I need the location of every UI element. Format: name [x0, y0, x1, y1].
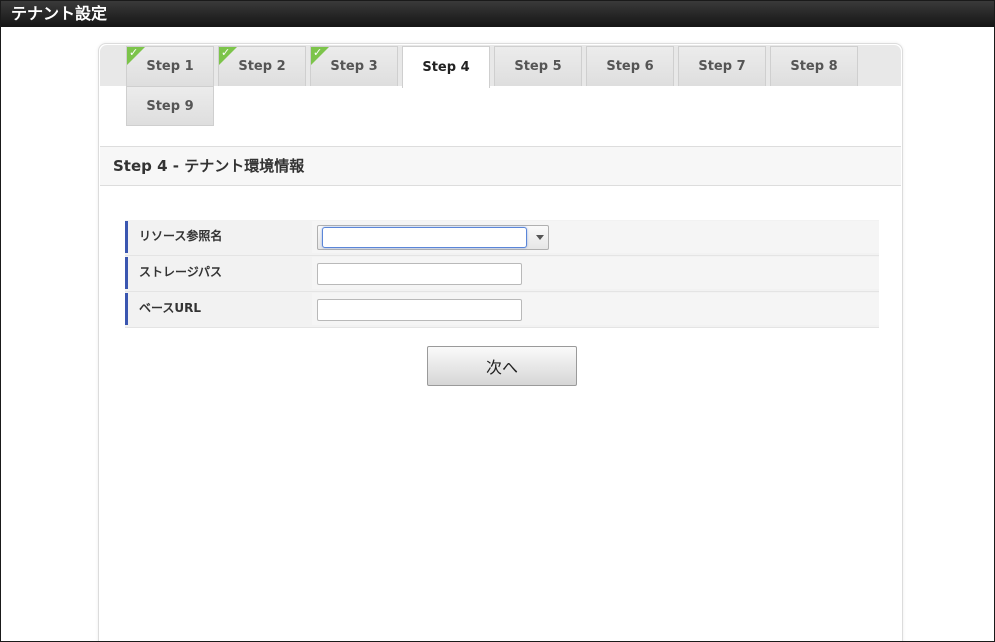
settings-window: テナント設定 ✓ Step 1 ✓ Step 2 ✓ Step 3 Step 4…: [0, 0, 995, 642]
resource-ref-select[interactable]: [317, 225, 549, 250]
tab-step-9[interactable]: Step 9: [126, 86, 214, 126]
base-url-label: ベースURL: [125, 293, 309, 325]
checkmark-icon: ✓: [129, 46, 139, 59]
tab-label: Step 1: [146, 59, 194, 74]
wizard-panel: ✓ Step 1 ✓ Step 2 ✓ Step 3 Step 4 Step 5…: [98, 43, 903, 641]
tab-step-1[interactable]: ✓ Step 1: [126, 46, 214, 86]
checkmark-icon: ✓: [221, 46, 231, 59]
storage-path-cell: [312, 257, 879, 289]
base-url-input[interactable]: [317, 299, 522, 321]
resource-ref-label: リソース参照名: [125, 221, 309, 253]
tab-label: Step 5: [514, 59, 562, 74]
tab-label: Step 4: [422, 60, 470, 75]
chevron-down-icon[interactable]: [536, 235, 544, 240]
resource-ref-value[interactable]: [322, 227, 527, 248]
tab-step-4[interactable]: Step 4: [402, 46, 490, 88]
tab-step-3[interactable]: ✓ Step 3: [310, 46, 398, 86]
tab-label: Step 8: [790, 59, 838, 74]
form-row-storage-path: ストレージパス: [125, 256, 879, 292]
tab-label: Step 3: [330, 59, 378, 74]
checkmark-icon: ✓: [313, 46, 323, 59]
storage-path-label: ストレージパス: [125, 257, 309, 289]
next-button[interactable]: 次へ: [427, 346, 577, 386]
resource-ref-cell: [312, 221, 879, 253]
tab-label: Step 7: [698, 59, 746, 74]
tab-step-7[interactable]: Step 7: [678, 46, 766, 86]
tab-step-5[interactable]: Step 5: [494, 46, 582, 86]
section-title: Step 4 - テナント環境情報: [100, 146, 901, 186]
base-url-cell: [312, 293, 879, 325]
tab-label: Step 9: [146, 98, 194, 114]
tab-step-8[interactable]: Step 8: [770, 46, 858, 86]
tab-label: Step 2: [238, 59, 286, 74]
tab-step-6[interactable]: Step 6: [586, 46, 674, 86]
storage-path-input[interactable]: [317, 263, 522, 285]
tab-label: Step 6: [606, 59, 654, 74]
tab-step-2[interactable]: ✓ Step 2: [218, 46, 306, 86]
window-title: テナント設定: [1, 1, 994, 27]
form-row-resource-ref: リソース参照名: [125, 220, 879, 256]
form-row-base-url: ベースURL: [125, 292, 879, 328]
tenant-env-form: リソース参照名 ストレージパス ベースURL: [125, 220, 879, 328]
